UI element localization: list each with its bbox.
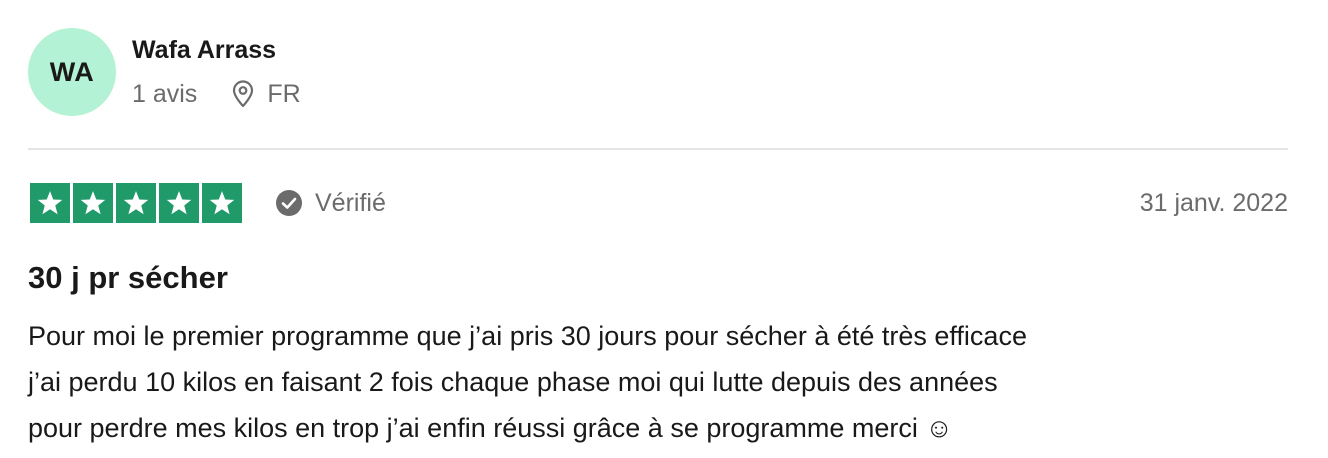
star-icon [209, 191, 235, 215]
star-box [202, 183, 242, 223]
divider [28, 148, 1288, 150]
review-body: Pour moi le premier programme que j’ai p… [28, 313, 1298, 451]
review-text-line: pour perdre mes kilos en trop j’ai enfin… [28, 413, 953, 443]
star-icon [166, 191, 192, 215]
location-pin-icon [233, 80, 254, 108]
star-box [30, 183, 70, 223]
reviewer-location: FR [231, 79, 301, 109]
reviewer-meta: 1 avis FR [132, 78, 301, 110]
verified-check-icon [276, 190, 302, 216]
star-icon [80, 191, 106, 215]
avatar[interactable]: WA [28, 28, 116, 116]
country-code: FR [267, 79, 301, 108]
star-box [159, 183, 199, 223]
review-count: 1 avis [132, 79, 198, 108]
review-title[interactable]: 30 j pr sécher [28, 258, 228, 298]
reviewer-name[interactable]: Wafa Arrass [132, 34, 276, 66]
star-rating [30, 183, 242, 223]
verified-label: Vérifié [315, 188, 386, 217]
star-icon [37, 191, 63, 215]
rating-row: Vérifié 31 janv. 2022 [30, 182, 1288, 224]
star-box [116, 183, 156, 223]
review-text-line: Pour moi le premier programme que j’ai p… [28, 321, 1027, 351]
star-box [73, 183, 113, 223]
verified-badge[interactable]: Vérifié [275, 189, 386, 218]
avatar-initials: WA [49, 56, 95, 87]
review-text-line: j’ai perdu 10 kilos en faisant 2 fois ch… [28, 367, 998, 397]
star-icon [123, 191, 149, 215]
review-date: 31 janv. 2022 [1139, 188, 1288, 217]
